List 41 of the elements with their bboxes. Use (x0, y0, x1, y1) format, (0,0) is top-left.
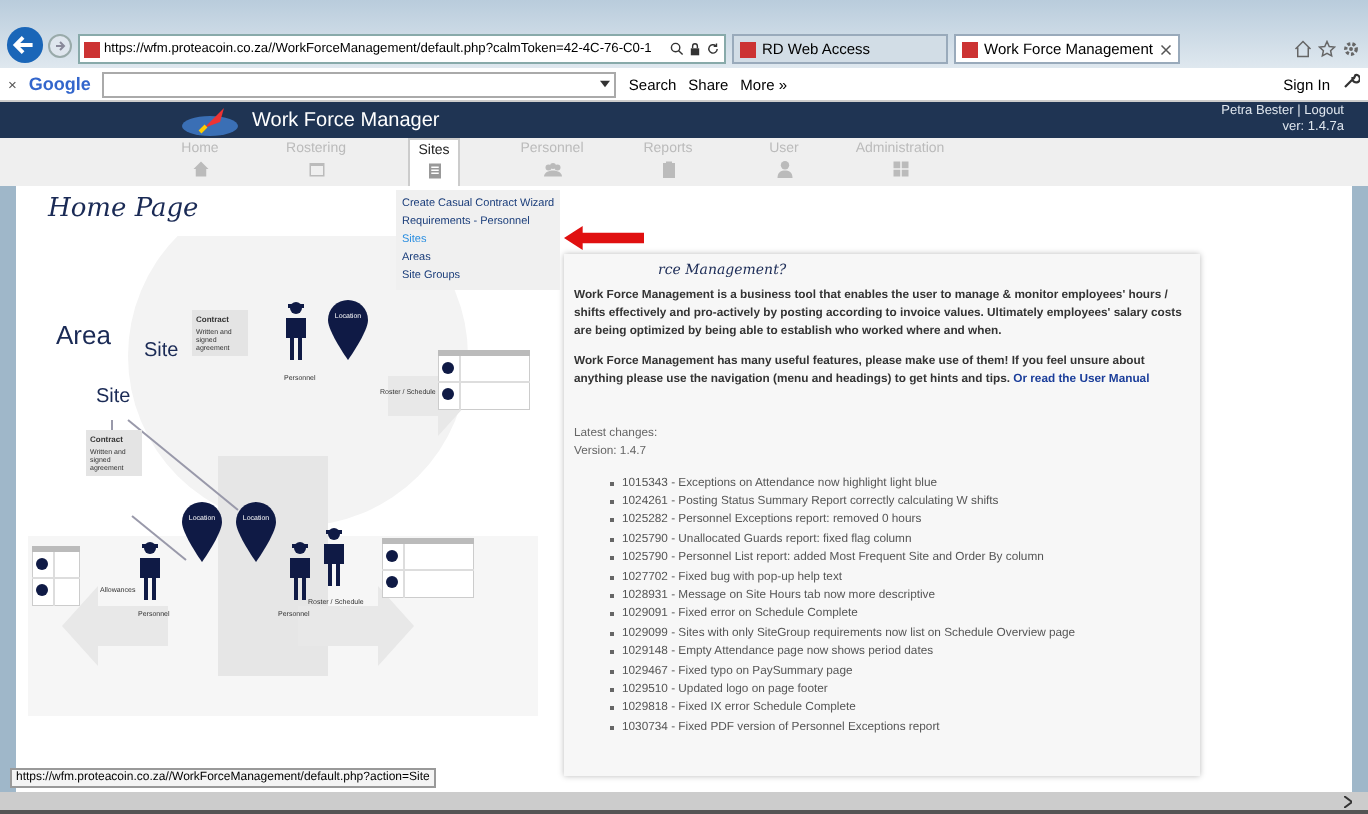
guard-figure (288, 540, 312, 600)
home-icon[interactable] (1294, 40, 1312, 58)
schedule-table-drawing (382, 538, 474, 598)
close-icon[interactable] (1160, 43, 1172, 55)
refresh-icon[interactable] (706, 42, 720, 56)
guard-figure (284, 300, 308, 360)
people-icon (543, 160, 561, 178)
favicon-icon (84, 41, 100, 57)
horizontal-scrollbar[interactable] (0, 792, 1368, 814)
guard-figure (322, 526, 346, 586)
favicon-icon (962, 41, 978, 57)
connector-line (127, 419, 239, 511)
area-label: Area (56, 320, 111, 350)
pointer-arrow (560, 226, 648, 250)
app-title: Work Force Manager (252, 109, 440, 131)
person-icon (775, 160, 793, 178)
page-title: Home Page (48, 194, 199, 224)
forward-button[interactable] (48, 33, 72, 57)
search-field[interactable] (102, 71, 617, 97)
caret-icon (600, 80, 611, 88)
star-icon[interactable] (1318, 40, 1336, 58)
site-label: Site (96, 386, 131, 408)
settings-icon[interactable] (1342, 40, 1360, 58)
back-button[interactable] (6, 26, 44, 64)
arrow-shape (62, 586, 168, 666)
guard-figure (138, 540, 162, 600)
lock-icon (688, 42, 702, 56)
search-icon[interactable] (670, 42, 684, 56)
home-icon (191, 160, 209, 178)
site-label: Site (144, 340, 179, 362)
favicon-icon (740, 41, 756, 57)
grid-icon (891, 160, 909, 178)
document-icon (425, 162, 443, 180)
wrench-icon[interactable] (1342, 72, 1360, 90)
rocket-logo (180, 104, 240, 136)
scroll-right-icon[interactable] (1344, 795, 1352, 807)
clipboard-icon (659, 160, 677, 178)
google-logo: Google (28, 74, 91, 94)
connector-line (131, 515, 187, 561)
schedule-table-drawing (32, 546, 80, 606)
calendar-icon (307, 160, 325, 178)
